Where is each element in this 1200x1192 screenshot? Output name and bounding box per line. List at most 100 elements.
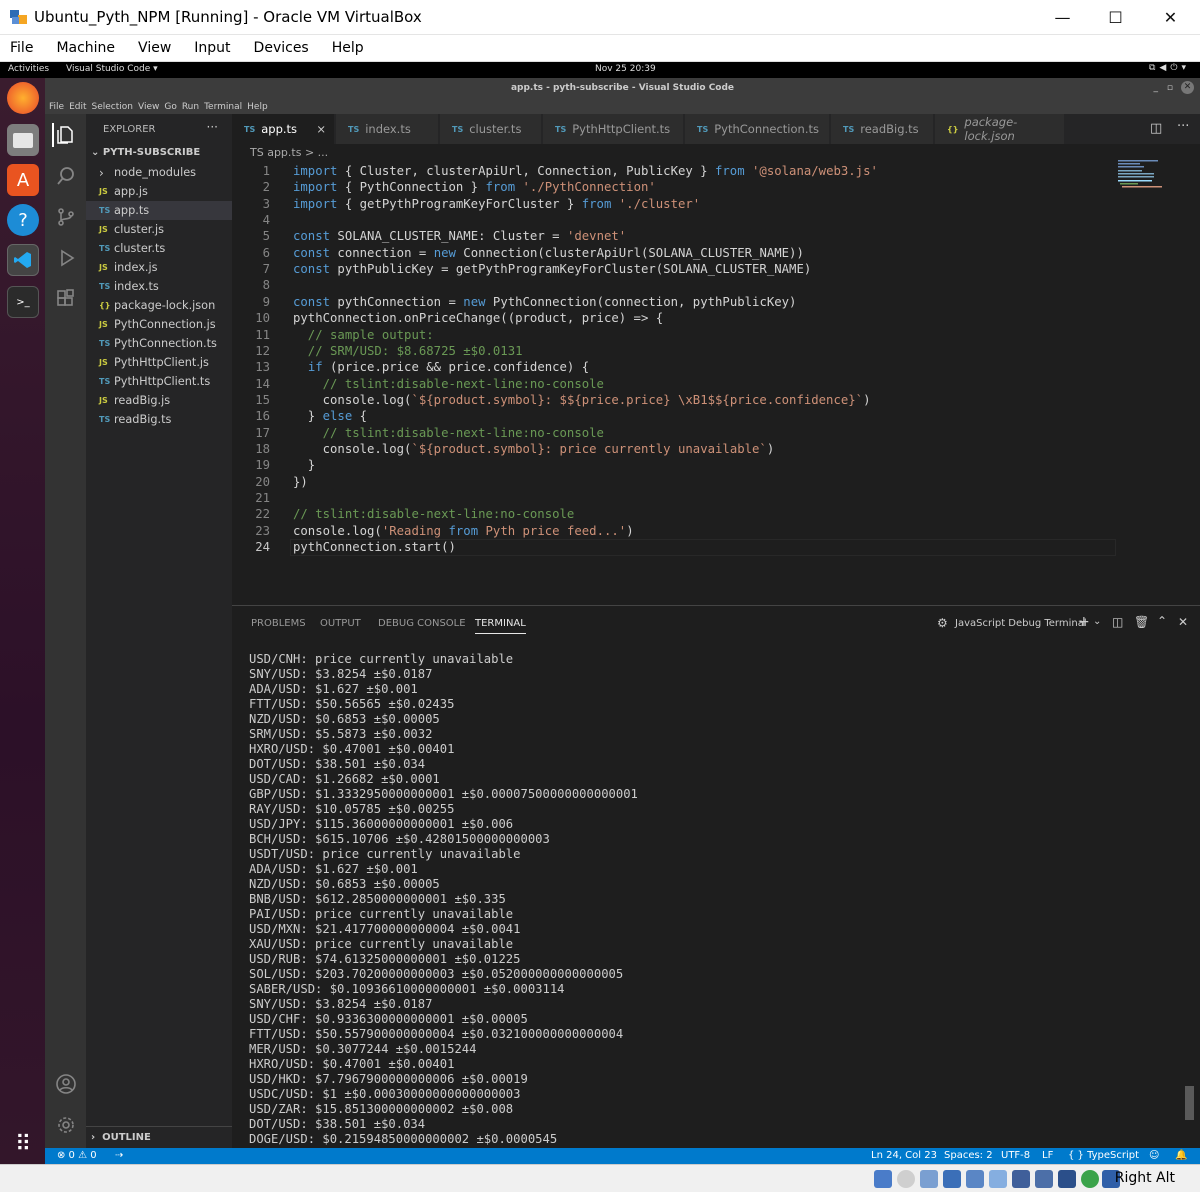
system-tray[interactable]: ⧉◀⏻▾ bbox=[1149, 63, 1190, 73]
vscode-close-icon[interactable]: ✕ bbox=[1181, 81, 1194, 94]
tab-output[interactable]: OUTPUT bbox=[320, 618, 361, 629]
files-icon[interactable] bbox=[7, 124, 39, 156]
live-share-icon[interactable]: ⇢ bbox=[115, 1150, 123, 1161]
file-item[interactable]: TS PythHttpClient.ts bbox=[86, 372, 232, 391]
display-icon[interactable] bbox=[1012, 1170, 1030, 1188]
maximize-panel-icon[interactable]: ⌃ bbox=[1157, 614, 1167, 628]
code-line[interactable]: if (price.price && price.confidence) { bbox=[293, 360, 589, 374]
cursor-position[interactable]: Ln 24, Col 23 bbox=[871, 1150, 937, 1161]
tab-cluster-ts[interactable]: TS cluster.ts bbox=[440, 114, 542, 144]
file-item[interactable]: TS app.ts bbox=[86, 201, 232, 220]
code-line[interactable]: const pythConnection = new PythConnectio… bbox=[293, 295, 796, 309]
file-item[interactable]: TS PythConnection.ts bbox=[86, 334, 232, 353]
search-icon[interactable] bbox=[54, 164, 78, 188]
optical-drive-icon[interactable] bbox=[897, 1170, 915, 1188]
feedback-icon[interactable]: ☺ bbox=[1149, 1150, 1159, 1161]
code-line[interactable]: } else { bbox=[293, 409, 367, 423]
vscode-restore-icon[interactable]: ▫ bbox=[1167, 78, 1173, 99]
vscode-icon[interactable] bbox=[7, 244, 39, 276]
encoding[interactable]: UTF-8 bbox=[1001, 1150, 1030, 1161]
terminal-icon[interactable]: >_ bbox=[7, 286, 39, 318]
indentation[interactable]: Spaces: 2 bbox=[944, 1150, 993, 1161]
vsc-menu-terminal[interactable]: Terminal bbox=[204, 102, 242, 112]
tab-terminal[interactable]: TERMINAL bbox=[475, 618, 526, 634]
activities-button[interactable]: Activities bbox=[8, 64, 49, 74]
network-adapter-icon[interactable] bbox=[943, 1170, 961, 1188]
hard-disk-icon[interactable] bbox=[874, 1170, 892, 1188]
code-line[interactable]: const SOLANA_CLUSTER_NAME: Cluster = 'de… bbox=[293, 229, 626, 243]
tab-problems[interactable]: PROBLEMS bbox=[251, 618, 306, 629]
minimap[interactable] bbox=[1118, 160, 1190, 190]
code-line[interactable]: console.log(`${product.symbol}: $${price… bbox=[293, 393, 871, 407]
more-editor-actions-icon[interactable]: ··· bbox=[1177, 119, 1189, 134]
tab-debug-console[interactable]: DEBUG CONSOLE bbox=[378, 618, 466, 629]
code-line[interactable]: const pythPublicKey = getPythProgramKeyF… bbox=[293, 262, 811, 276]
app-menu[interactable]: Visual Studio Code ▾ bbox=[66, 64, 158, 74]
code-line[interactable]: }) bbox=[293, 475, 308, 489]
code-line[interactable]: console.log(`${product.symbol}: price cu… bbox=[293, 442, 775, 456]
file-item[interactable]: {} package-lock.json bbox=[86, 296, 232, 315]
shared-folders-icon[interactable] bbox=[989, 1170, 1007, 1188]
menu-machine[interactable]: Machine bbox=[56, 40, 115, 56]
new-terminal-icon[interactable]: + bbox=[1078, 614, 1090, 630]
terminal-output[interactable]: USD/CNH: price currently unavailable SNY/… bbox=[249, 652, 1189, 1147]
code-line[interactable]: import { getPythProgramKeyForCluster } f… bbox=[293, 197, 700, 211]
code-line[interactable]: console.log('Reading from Pyth price fee… bbox=[293, 524, 634, 538]
file-item[interactable]: JS app.js bbox=[86, 182, 232, 201]
source-control-icon[interactable] bbox=[54, 205, 78, 229]
extensions-icon[interactable] bbox=[54, 287, 78, 311]
minimize-button[interactable]: — bbox=[1035, 0, 1090, 35]
clock[interactable]: Nov 25 20:39 bbox=[595, 64, 656, 74]
usb-icon[interactable] bbox=[966, 1170, 984, 1188]
help-icon[interactable]: ? bbox=[7, 204, 39, 236]
tab-package-lock-json[interactable]: {} package-lock.json bbox=[935, 114, 1065, 144]
close-panel-icon[interactable]: ✕ bbox=[1178, 615, 1188, 629]
tab-index-ts[interactable]: TS index.ts bbox=[336, 114, 439, 144]
code-line[interactable]: } bbox=[293, 458, 315, 472]
close-window-button[interactable]: ✕ bbox=[1143, 0, 1198, 35]
file-item[interactable]: TS index.ts bbox=[86, 277, 232, 296]
code-line[interactable]: // sample output: bbox=[293, 328, 434, 342]
mouse-integration-icon[interactable] bbox=[1081, 1170, 1099, 1188]
chevron-down-icon[interactable]: ⌄ bbox=[1093, 616, 1101, 627]
explorer-icon[interactable] bbox=[52, 123, 76, 147]
menu-view[interactable]: View bbox=[138, 40, 171, 56]
file-item[interactable]: › node_modules bbox=[86, 163, 232, 182]
terminal-scrollbar[interactable] bbox=[1185, 1086, 1194, 1120]
tab-pythhttpclient-ts[interactable]: TS PythHttpClient.ts bbox=[543, 114, 684, 144]
vsc-menu-file[interactable]: File bbox=[49, 102, 64, 112]
vsc-menu-help[interactable]: Help bbox=[247, 102, 268, 112]
vsc-menu-edit[interactable]: Edit bbox=[69, 102, 86, 112]
breadcrumb[interactable]: TS app.ts > ... bbox=[250, 146, 328, 159]
language-mode[interactable]: { } TypeScript bbox=[1068, 1150, 1139, 1161]
code-editor[interactable]: 1 import { Cluster, clusterApiUrl, Connec… bbox=[232, 160, 1200, 605]
vsc-menu-selection[interactable]: Selection bbox=[92, 102, 133, 112]
menu-help[interactable]: Help bbox=[332, 40, 364, 56]
notifications-bell-icon[interactable]: 🔔 bbox=[1175, 1150, 1187, 1161]
code-line[interactable]: const connection = new Connection(cluste… bbox=[293, 246, 804, 260]
trash-icon[interactable]: 🗑 bbox=[1134, 615, 1149, 629]
menu-input[interactable]: Input bbox=[194, 40, 230, 56]
run-debug-icon[interactable] bbox=[54, 246, 78, 270]
end-of-line[interactable]: LF bbox=[1042, 1150, 1053, 1161]
code-line[interactable]: import { Cluster, clusterApiUrl, Connect… bbox=[293, 164, 878, 178]
file-item[interactable]: JS readBig.js bbox=[86, 391, 232, 410]
firefox-icon[interactable] bbox=[7, 82, 39, 114]
split-terminal-icon[interactable]: ◫ bbox=[1112, 615, 1123, 629]
code-line[interactable]: // tslint:disable-next-line:no-console bbox=[293, 507, 574, 521]
code-line[interactable]: pythConnection.onPriceChange((product, p… bbox=[293, 311, 663, 325]
software-center-icon[interactable]: A bbox=[7, 164, 39, 196]
video-capture-icon[interactable] bbox=[1035, 1170, 1053, 1188]
tab-app-ts[interactable]: TS app.ts × bbox=[232, 114, 335, 144]
audio-icon[interactable] bbox=[920, 1170, 938, 1188]
code-line[interactable]: import { PythConnection } from './PythCo… bbox=[293, 180, 656, 194]
accounts-icon[interactable] bbox=[54, 1072, 78, 1096]
code-line[interactable]: // tslint:disable-next-line:no-console bbox=[293, 377, 604, 391]
code-line[interactable]: // SRM/USD: $8.68725 ±$0.0131 bbox=[293, 344, 523, 358]
file-item[interactable]: JS PythHttpClient.js bbox=[86, 353, 232, 372]
virtualization-icon[interactable] bbox=[1058, 1170, 1076, 1188]
vsc-menu-run[interactable]: Run bbox=[182, 102, 199, 112]
tab-pythconnection-ts[interactable]: TS PythConnection.ts bbox=[685, 114, 830, 144]
file-item[interactable]: TS readBig.ts bbox=[86, 410, 232, 429]
more-actions-icon[interactable]: ··· bbox=[207, 120, 218, 134]
